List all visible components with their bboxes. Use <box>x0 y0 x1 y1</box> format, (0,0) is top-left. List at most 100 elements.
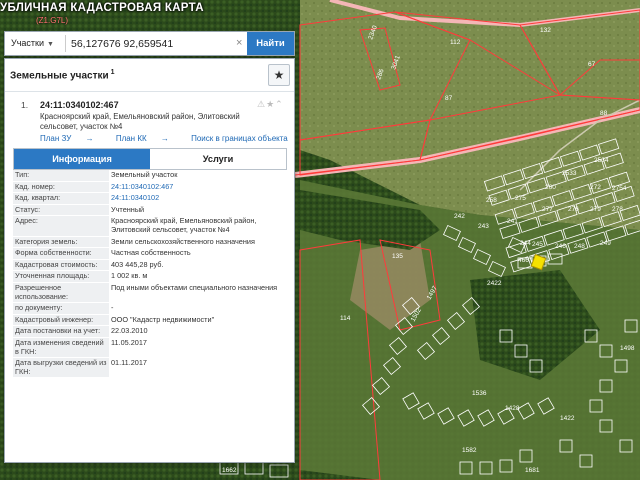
property-key: Дата изменения сведений в ГКН: <box>13 337 109 358</box>
property-key: Уточненная площадь: <box>13 270 109 283</box>
table-row: Кадастровый инженер: ООО "Кадастр недвижи… <box>13 314 287 326</box>
app-title: УБЛИЧНАЯ КАДАСТРОВАЯ КАРТА <box>0 2 204 14</box>
parcel-label: 260 <box>545 184 556 191</box>
result-cad-number[interactable]: 24:11:0340102:467 <box>40 100 119 110</box>
result-address: Красноярский край, Емельяновский район, … <box>40 112 240 131</box>
property-value: 01.11.2017 <box>111 358 147 368</box>
property-key: Адрес: <box>13 215 109 237</box>
search-type-dropdown[interactable]: Участки ▼ <box>11 38 54 48</box>
parcel-label: 2422 <box>487 280 502 287</box>
search-bar: Участки▼ × Найти <box>4 31 295 56</box>
property-value: Учтенный <box>111 204 145 214</box>
table-row: Дата выгрузки сведений из ГКН: 01.11.2017 <box>13 357 287 378</box>
panel-tabs: Информация Услуги <box>13 148 287 170</box>
property-value[interactable]: 24:11:0340102:467 <box>109 181 287 193</box>
parcel-label: 135 <box>392 253 403 260</box>
property-key: Кад. номер: <box>13 181 109 193</box>
parcel-label: 276 <box>568 206 579 213</box>
properties-table: Тип: Земельный участок Кад. номер: 24:11:0… <box>13 170 287 378</box>
property-key: Категория земель: <box>13 236 109 248</box>
star-icon[interactable]: ★ <box>268 64 290 86</box>
search-type-label: Участки <box>11 38 44 48</box>
parcel-label: 258 <box>486 197 497 204</box>
chevron-down-icon: ▼ <box>47 41 54 48</box>
property-value: - <box>111 303 114 313</box>
table-row: Форма собственности: Частная собственност… <box>13 247 287 260</box>
parcel-label: 277 <box>542 206 553 213</box>
property-value[interactable]: 24:11:0340102 <box>109 193 287 205</box>
parcel-label: 1422 <box>560 415 575 422</box>
result-action-icons[interactable]: ⚠★⌃ <box>257 99 284 110</box>
table-row: Статус: Учтенный <box>13 204 287 216</box>
table-row: по документу: - <box>13 302 287 315</box>
property-value: Под иными объектами специального назначе… <box>111 282 278 292</box>
parcel-label: 1681 <box>525 467 540 474</box>
parcel-label: 279 <box>590 206 601 213</box>
table-row: Адрес: Красноярский край, Емельяновский р… <box>13 215 287 237</box>
plan-kk-link[interactable]: План КК → <box>116 134 179 143</box>
parcel-label: 272 <box>590 184 601 191</box>
parcel-label: 114 <box>340 315 351 322</box>
parcel-label: 466 <box>518 257 529 264</box>
table-row: Разрешенное использование: Под иными объе… <box>13 282 287 303</box>
property-key: по документу: <box>13 302 109 315</box>
panel-title: Земельные участки 1 <box>10 69 115 81</box>
property-value: Земельный участок <box>111 170 178 179</box>
tab-services[interactable]: Услуги <box>150 149 286 169</box>
parcel-label: 1428 <box>505 405 520 412</box>
parcel-label: 246 <box>555 243 566 250</box>
table-row: Кад. номер: 24:11:0340102:467 <box>13 181 287 193</box>
property-key: Кадастровая стоимость: <box>13 259 109 271</box>
property-key: Дата выгрузки сведений из ГКН: <box>13 357 109 378</box>
parcel-label: 2754 <box>612 185 627 192</box>
parcel-label: 2534 <box>594 157 609 164</box>
parcel-label: 2533 <box>562 170 577 177</box>
property-key: Форма собственности: <box>13 247 109 260</box>
result-links: План ЗУ → План КК → Поиск в границах объ… <box>40 134 294 143</box>
search-separator <box>65 35 66 52</box>
parcel-label: 67 <box>588 61 596 68</box>
property-key: Кад. квартал: <box>13 192 109 205</box>
property-value: ООО "Кадастр недвижимости" <box>111 314 215 324</box>
panel-title-text: Земельные участки <box>10 70 109 82</box>
property-key: Тип: <box>13 170 109 182</box>
table-row: Кад. квартал: 24:11:0340102 <box>13 192 287 205</box>
panel-title-count: 1 <box>110 69 115 76</box>
property-value: 22.03.2010 <box>111 326 148 336</box>
plan-zu-link[interactable]: План ЗУ → <box>40 134 104 143</box>
parcel-label: 88 <box>600 110 608 117</box>
parcel-label: 244 <box>520 240 531 247</box>
parcel-label: 248 <box>574 243 585 250</box>
property-key: Дата постановки на учет: <box>13 325 109 338</box>
table-row: Уточненная площадь: 1 002 кв. м <box>13 270 287 283</box>
tab-information[interactable]: Информация <box>14 149 150 169</box>
link-label: Поиск в границах объекта <box>191 134 288 143</box>
property-value: 403 445,28 руб. <box>111 259 164 269</box>
parcel-label: 241 <box>507 218 518 225</box>
parcel-label: 1582 <box>462 447 477 454</box>
parcel-label: 1536 <box>472 390 487 397</box>
search-input[interactable] <box>71 35 241 52</box>
parcel-label: 112 <box>450 39 461 46</box>
info-panel: Земельные участки 1 ★ 1. 24:11:0340102:46… <box>4 58 295 463</box>
panel-header: Земельные участки 1 ★ <box>5 59 294 92</box>
parcel-label: 243 <box>478 223 489 230</box>
clear-icon[interactable]: × <box>236 37 242 49</box>
property-key: Кадастровый инженер: <box>13 314 109 326</box>
table-row: Дата постановки на учет: 22.03.2010 <box>13 325 287 338</box>
search-button[interactable]: Найти <box>247 32 294 55</box>
property-key: Статус: <box>13 204 109 216</box>
parcel-label: 275 <box>515 195 526 202</box>
link-label: План КК <box>115 134 147 143</box>
table-row: Тип: Земельный участок <box>13 170 287 182</box>
property-value: Земли сельскохозяйственного назначения <box>111 236 255 246</box>
parcel-label: 132 <box>540 27 551 34</box>
property-value: Частная собственность <box>111 248 191 258</box>
result-index: 1. <box>21 100 29 110</box>
parcel-label: 249 <box>600 240 611 247</box>
parcel-label: 1498 <box>620 345 635 352</box>
table-row: Кадастровая стоимость: 403 445,28 руб. <box>13 259 287 271</box>
parcel-label: 242 <box>454 213 465 220</box>
search-in-bounds-link[interactable]: Поиск в границах объекта → <box>191 134 294 143</box>
parcel-label: 245 <box>532 241 543 248</box>
